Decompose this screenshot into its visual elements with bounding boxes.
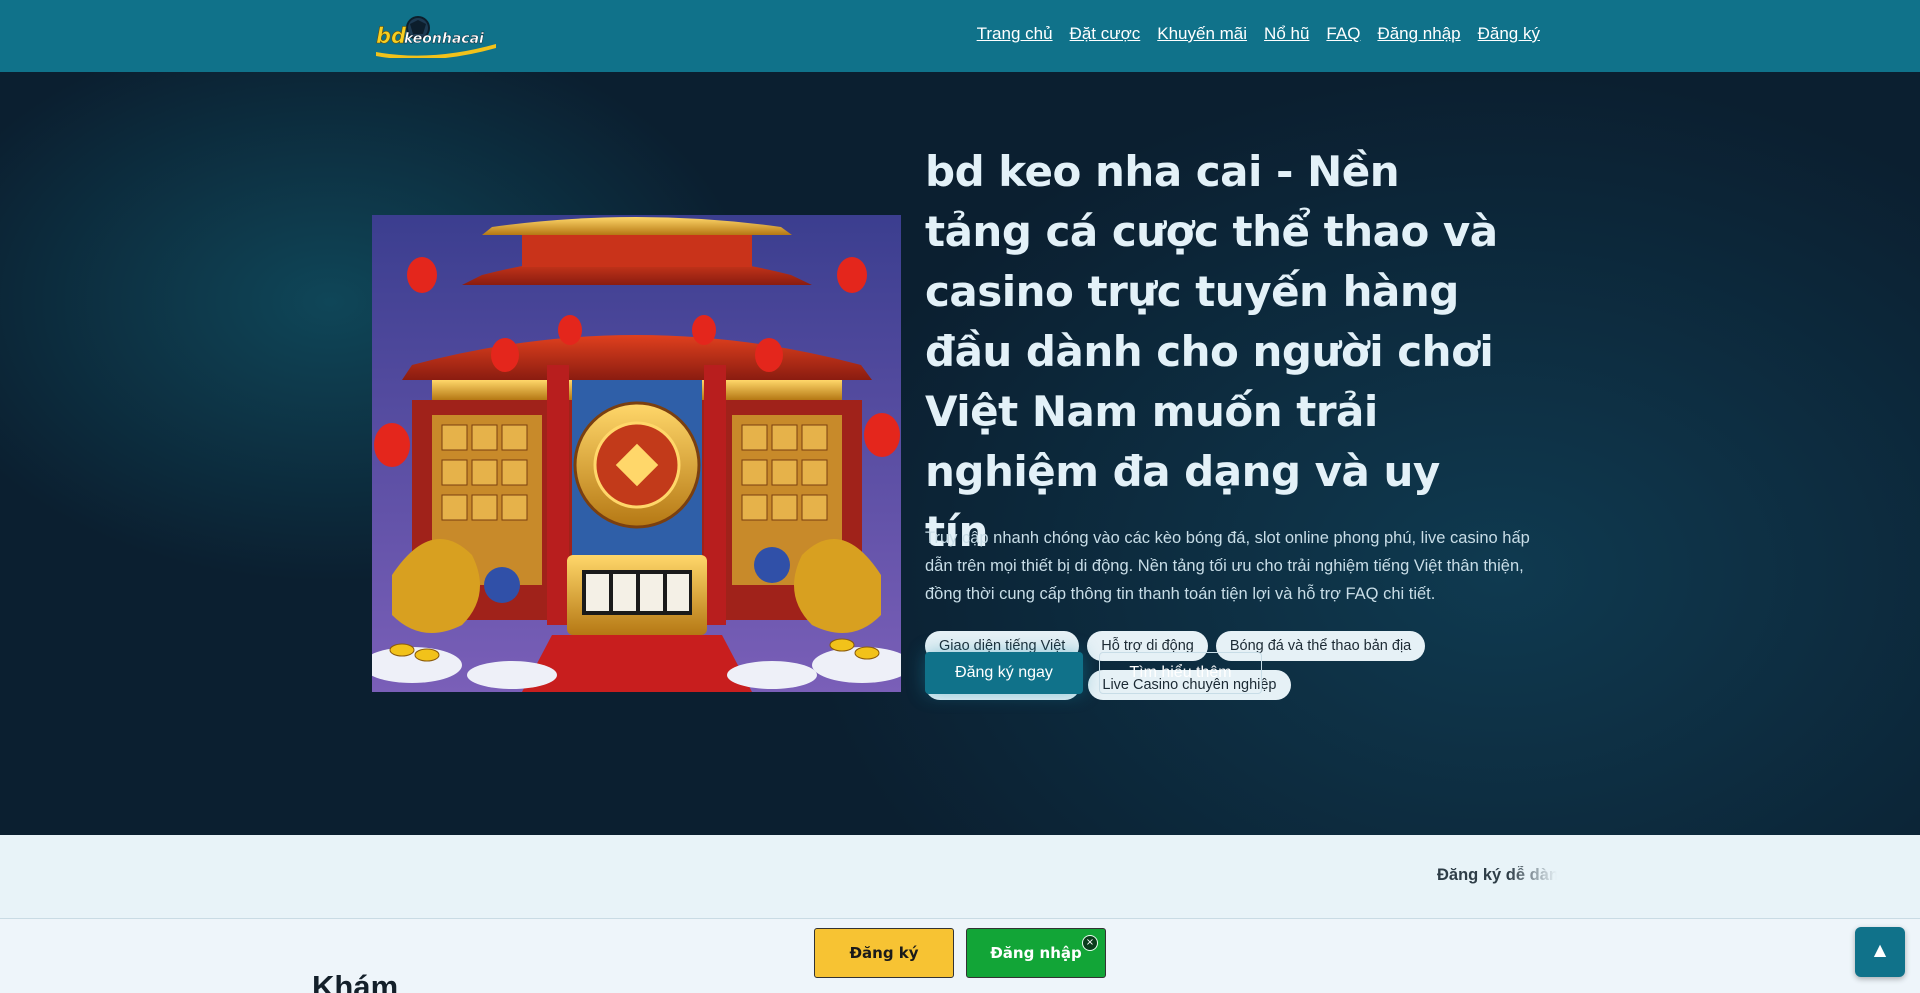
nav-home[interactable]: Trang chủ bbox=[977, 24, 1053, 44]
register-now-button[interactable]: Đăng ký ngay bbox=[925, 652, 1083, 694]
hero-title: bd keo nha cai - Nền tảng cá cược thể th… bbox=[925, 147, 1498, 556]
nav-betting[interactable]: Đặt cược bbox=[1070, 24, 1141, 44]
content-section: Khám bbox=[0, 919, 1920, 993]
marquee-band: Đăng ký dễ dàng bbox=[0, 835, 1920, 919]
svg-text:bd: bd bbox=[376, 24, 407, 48]
site-logo[interactable]: bd keonhacai bbox=[372, 12, 500, 60]
svg-text:keonhacai: keonhacai bbox=[404, 31, 484, 47]
nav-promotions[interactable]: Khuyến mãi bbox=[1157, 24, 1247, 44]
scroll-top-button[interactable]: ▲ bbox=[1855, 927, 1905, 977]
marquee-text: Đăng ký dễ dàng bbox=[1437, 866, 1557, 884]
hero-section: bd keo nha cai - Nền tảng cá cược thể th… bbox=[0, 72, 1920, 835]
nav-jackpot[interactable]: Nổ hũ bbox=[1264, 24, 1309, 44]
hero-image bbox=[372, 215, 901, 692]
learn-more-button[interactable]: Tìm hiểu thêm bbox=[1099, 652, 1262, 694]
site-header: bd keonhacai Trang chủ Đặt cược Khuyến m… bbox=[0, 0, 1920, 72]
nav-faq[interactable]: FAQ bbox=[1326, 24, 1360, 44]
sticky-register-button[interactable]: Đăng ký bbox=[814, 928, 954, 978]
section-heading: Khám bbox=[312, 969, 399, 993]
close-icon[interactable]: × bbox=[1082, 935, 1098, 951]
main-nav: Trang chủ Đặt cược Khuyến mãi Nổ hũ FAQ … bbox=[977, 24, 1540, 44]
hero-description: Truy cập nhanh chóng vào các kèo bóng đá… bbox=[925, 529, 1530, 603]
nav-login[interactable]: Đăng nhập bbox=[1377, 24, 1460, 44]
nav-register[interactable]: Đăng ký bbox=[1478, 24, 1540, 44]
